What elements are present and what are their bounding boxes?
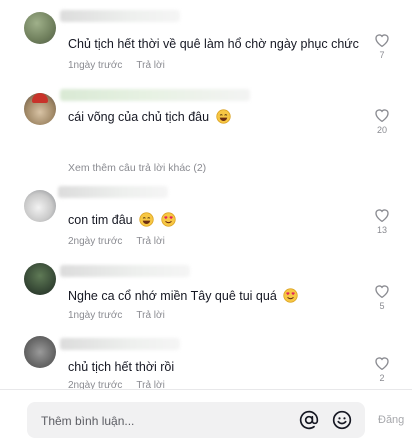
heart-outline-icon — [375, 209, 389, 222]
like-button[interactable]: 20 — [372, 108, 392, 135]
heart-eyes-emoji-icon — [160, 212, 176, 230]
reply-button[interactable]: Trả lời — [136, 236, 164, 247]
avatar[interactable] — [24, 336, 56, 368]
grinning-emoji-icon — [215, 109, 231, 127]
comment-time: 1ngày trước — [68, 310, 123, 321]
like-count: 20 — [376, 125, 387, 135]
avatar[interactable] — [24, 263, 56, 295]
comment-item: Chủ tịch hết thời về quê làm hổ chờ ngày… — [0, 0, 412, 80]
comment-item: cái võng của chủ tịch đâu 20 Xem thêm câ… — [0, 80, 412, 180]
username[interactable] — [60, 10, 180, 22]
like-button[interactable]: 5 — [372, 284, 392, 311]
like-count: 5 — [379, 301, 385, 311]
comment-meta: 1ngày trước Trả lời — [68, 60, 165, 71]
heart-outline-icon — [375, 285, 389, 298]
comment-item: Nghe ca cổ nhớ miền Tây quê tui quá 1ngà… — [0, 260, 412, 335]
heart-outline-icon — [375, 34, 389, 47]
like-button[interactable]: 13 — [372, 208, 392, 235]
heart-outline-icon — [375, 109, 389, 122]
comment-text: cái võng của chủ tịch đâu — [68, 109, 231, 127]
comment-time: 1ngày trước — [68, 60, 123, 71]
like-button[interactable]: 2 — [372, 356, 392, 383]
like-count: 13 — [376, 225, 387, 235]
comment-text: Chủ tịch hết thời về quê làm hổ chờ ngày… — [68, 37, 359, 51]
comment-item: chủ tịch hết thời rồi 2ngày trước Trả lời… — [0, 335, 412, 391]
heart-outline-icon — [375, 357, 389, 370]
comment-input[interactable] — [39, 402, 293, 440]
comment-text-content: cái võng của chủ tịch đâu — [68, 110, 210, 124]
reply-button[interactable]: Trả lời — [136, 310, 164, 321]
comment-text: Nghe ca cổ nhớ miền Tây quê tui quá — [68, 288, 298, 306]
grinning-emoji-icon — [139, 212, 154, 230]
comment-meta: 1ngày trước Trả lời — [68, 310, 165, 321]
comment-input-box — [27, 402, 365, 440]
santa-hat-icon — [32, 93, 48, 103]
username[interactable] — [60, 89, 250, 101]
comment-meta: 2ngày trước Trả lời — [68, 236, 165, 247]
like-count: 2 — [379, 373, 385, 383]
comment-text: chủ tịch hết thời rồi — [68, 360, 175, 374]
at-sign-icon[interactable] — [299, 410, 319, 430]
post-button[interactable]: Đăng — [378, 414, 404, 426]
avatar[interactable] — [24, 12, 56, 44]
smiley-icon[interactable] — [332, 410, 352, 430]
username[interactable] — [58, 186, 168, 198]
reply-button[interactable]: Trả lời — [136, 60, 164, 71]
username[interactable] — [60, 338, 180, 350]
avatar[interactable] — [24, 190, 56, 222]
comment-text: con tim đâu — [68, 212, 176, 230]
comment-text-content: Nghe ca cổ nhớ miền Tây quê tui quá — [68, 289, 277, 303]
divider — [0, 389, 412, 390]
comment-item: con tim đâu 2ngày trước Trả lời 13 — [0, 180, 412, 260]
like-button[interactable]: 7 — [372, 33, 392, 60]
view-more-replies[interactable]: Xem thêm câu trả lời khác (2) — [68, 162, 206, 174]
heart-eyes-emoji-icon — [283, 288, 298, 306]
comment-text-content: con tim đâu — [68, 213, 133, 227]
avatar[interactable] — [24, 93, 56, 125]
username[interactable] — [60, 265, 190, 277]
like-count: 7 — [379, 50, 385, 60]
comment-time: 2ngày trước — [68, 236, 123, 247]
